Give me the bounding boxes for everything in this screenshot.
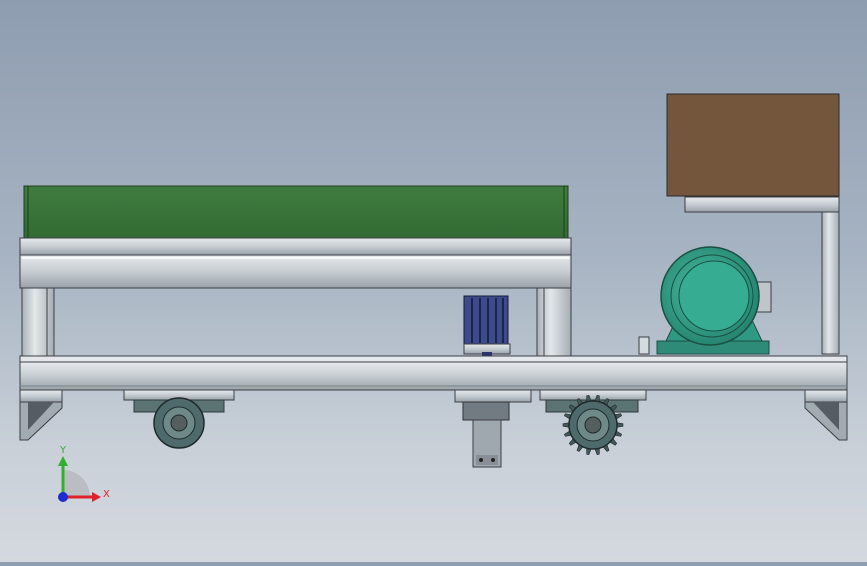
wheel-left-hub	[170, 414, 188, 432]
triad-y-arrow	[58, 456, 68, 466]
post-left	[21, 287, 55, 359]
center-bracket-bolt-2	[491, 458, 495, 462]
foot-left	[19, 389, 63, 441]
lower-frame-top-rail	[19, 355, 848, 363]
cabinet-box	[666, 93, 840, 197]
post-right	[536, 287, 572, 359]
foot-right	[804, 389, 848, 441]
lower-frame[interactable]	[19, 355, 848, 391]
wheel-right[interactable]	[539, 389, 647, 456]
triad-arc	[63, 470, 90, 497]
blue-gearbox[interactable]	[463, 295, 511, 358]
motor-bolt-tab	[638, 336, 650, 355]
wheel-right-mount	[539, 389, 647, 401]
upper-frame-top-strip	[19, 237, 572, 256]
green-deck-plate	[23, 185, 569, 239]
center-bracket-mount	[454, 389, 532, 403]
sprocket-tooth	[616, 422, 624, 428]
upper-frame[interactable]	[19, 237, 572, 289]
wheel-right-hub	[584, 416, 602, 434]
cabinet-support-post	[821, 211, 840, 355]
blue-gearbox-body	[463, 295, 509, 345]
green-deck[interactable]	[23, 185, 569, 239]
center-bracket-bolt-1	[479, 458, 483, 462]
center-bracket-block	[462, 401, 510, 421]
foot-right-plate	[804, 389, 848, 403]
cad-viewport[interactable]: Y X	[0, 0, 867, 562]
triad-y-label: Y	[59, 445, 67, 456]
assembly-drawing: Y X	[19, 93, 848, 502]
triad-x-label: X	[103, 489, 110, 500]
foot-left-plate	[19, 389, 63, 403]
triad-z-origin	[58, 492, 68, 502]
triad-x-arrow	[92, 492, 101, 502]
sprocket-tooth	[562, 422, 570, 428]
upper-frame-beam	[19, 254, 572, 289]
wheel-left[interactable]	[123, 389, 235, 449]
center-bracket[interactable]	[454, 389, 532, 468]
coordinate-triad: Y X	[58, 445, 110, 502]
cabinet-base-plate	[684, 196, 840, 213]
motor-face	[678, 260, 750, 332]
drive-motor[interactable]	[638, 246, 772, 355]
